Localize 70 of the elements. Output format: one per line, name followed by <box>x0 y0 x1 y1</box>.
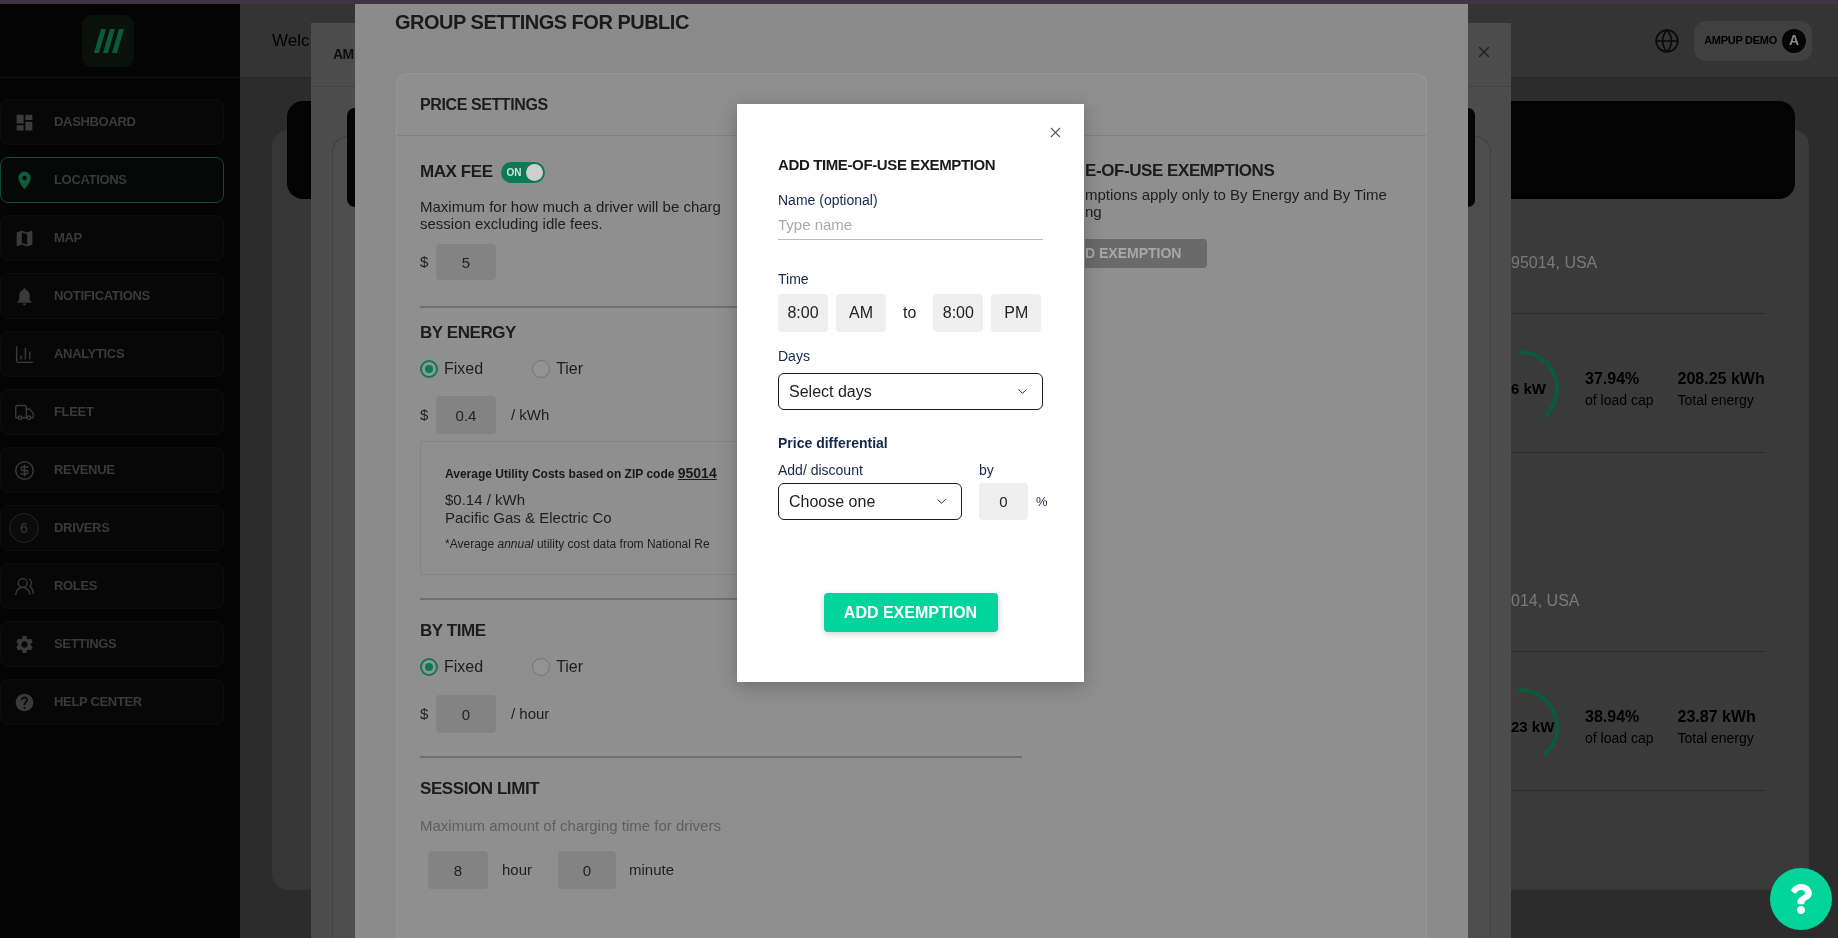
add-exemption-button[interactable]: D EXEMPTION <box>1085 239 1207 268</box>
stat-label: of load cap <box>1585 729 1654 748</box>
zip-code-link[interactable]: 95014 <box>677 465 717 481</box>
unit-label: % <box>1036 492 1048 511</box>
name-input[interactable]: Type name <box>778 210 1043 240</box>
unit-label: / hour <box>511 703 550 724</box>
time-input[interactable]: 8:00 <box>778 294 828 332</box>
power-value: 6 kW <box>1511 379 1546 399</box>
address-text: 95014, USA <box>1511 253 1598 273</box>
description-text: Maximum for how much a driver will be charg session excluding idle fees. <box>420 198 721 232</box>
stat-label: of load cap <box>1585 391 1654 410</box>
period-button[interactable]: AM <box>836 294 886 332</box>
unit-label: hour <box>502 859 533 880</box>
section-title: E-OF-USE EXEMPTIONS <box>1085 160 1275 182</box>
users-icon <box>13 575 35 597</box>
price-input[interactable]: 5 <box>436 244 496 280</box>
currency-symbol: $ <box>420 404 430 425</box>
time-input[interactable]: 8:00 <box>933 294 984 332</box>
help-icon <box>13 691 35 713</box>
discount-select[interactable]: Choose one <box>778 483 962 520</box>
section-title: BY ENERGY <box>420 322 516 344</box>
dollar-circle-icon <box>13 459 35 481</box>
radio-option[interactable]: Fixed <box>420 359 484 379</box>
power-value: 23 kW <box>1511 717 1555 737</box>
stat-label: Total energy <box>1677 391 1754 410</box>
footnote-text: *Average annual utility cost data from National Re <box>445 536 710 553</box>
field-label: Add/ discount <box>778 460 864 480</box>
currency-symbol: $ <box>420 251 430 272</box>
radio-option[interactable]: Tier <box>532 359 584 379</box>
field-label: by <box>979 460 994 480</box>
modal-title: GROUP SETTINGS FOR PUBLIC <box>395 10 689 35</box>
dialog-title: ADD TIME-OF-USE EXEMPTION <box>778 155 996 175</box>
stat-value: 208.25 kWh <box>1677 369 1765 389</box>
modal-title: AM <box>333 45 354 64</box>
stat-value: 37.94% <box>1585 369 1640 389</box>
gauge-arc-icon <box>1518 350 1560 418</box>
days-select[interactable]: Select days <box>778 373 1043 410</box>
stat-value: 38.94% <box>1585 707 1640 727</box>
stat-value: 23.87 kWh <box>1677 707 1756 727</box>
section-title: SESSION LIMIT <box>420 778 540 800</box>
percent-input[interactable]: 0 <box>979 483 1028 520</box>
avatar: A <box>1782 28 1806 53</box>
field-label: Price differential <box>778 434 888 453</box>
logo-icon <box>82 14 134 67</box>
unit-label: minute <box>629 859 675 880</box>
hours-input[interactable]: 8 <box>428 851 488 889</box>
radio-option[interactable]: Tier <box>532 657 584 677</box>
stat-label: Total energy <box>1677 729 1754 748</box>
currency-symbol: $ <box>420 703 430 724</box>
section-title: BY TIME <box>420 620 486 642</box>
rate-text: $0.14 / kWh <box>445 491 526 509</box>
separator-text: to <box>903 303 917 323</box>
address-text: 014, USA <box>1511 591 1580 611</box>
bar-chart-icon <box>13 343 35 365</box>
description-text: mptions apply only to By Energy and By Time ng <box>1085 186 1387 220</box>
unit-label: / kWh <box>511 404 550 425</box>
price-input[interactable]: 0 <box>436 695 496 733</box>
section-title: MAX FEE <box>420 161 493 183</box>
price-input[interactable]: 0.4 <box>436 396 496 434</box>
account-button[interactable]: AMPUP DEMO A <box>1694 20 1812 61</box>
period-button[interactable]: PM <box>991 294 1042 332</box>
radio-option[interactable]: Fixed <box>420 657 484 677</box>
field-label: Name (optional) <box>778 191 878 210</box>
toggle-switch[interactable]: ON <box>500 161 545 183</box>
field-label: Time <box>778 270 809 289</box>
info-heading: Average Utility Costs based on ZIP code 95014 <box>445 464 717 483</box>
field-label: Days <box>778 347 810 366</box>
card-title: PRICE SETTINGS <box>420 94 548 115</box>
provider-text: Pacific Gas & Electric Co <box>445 509 612 527</box>
minutes-input[interactable]: 0 <box>558 851 617 889</box>
